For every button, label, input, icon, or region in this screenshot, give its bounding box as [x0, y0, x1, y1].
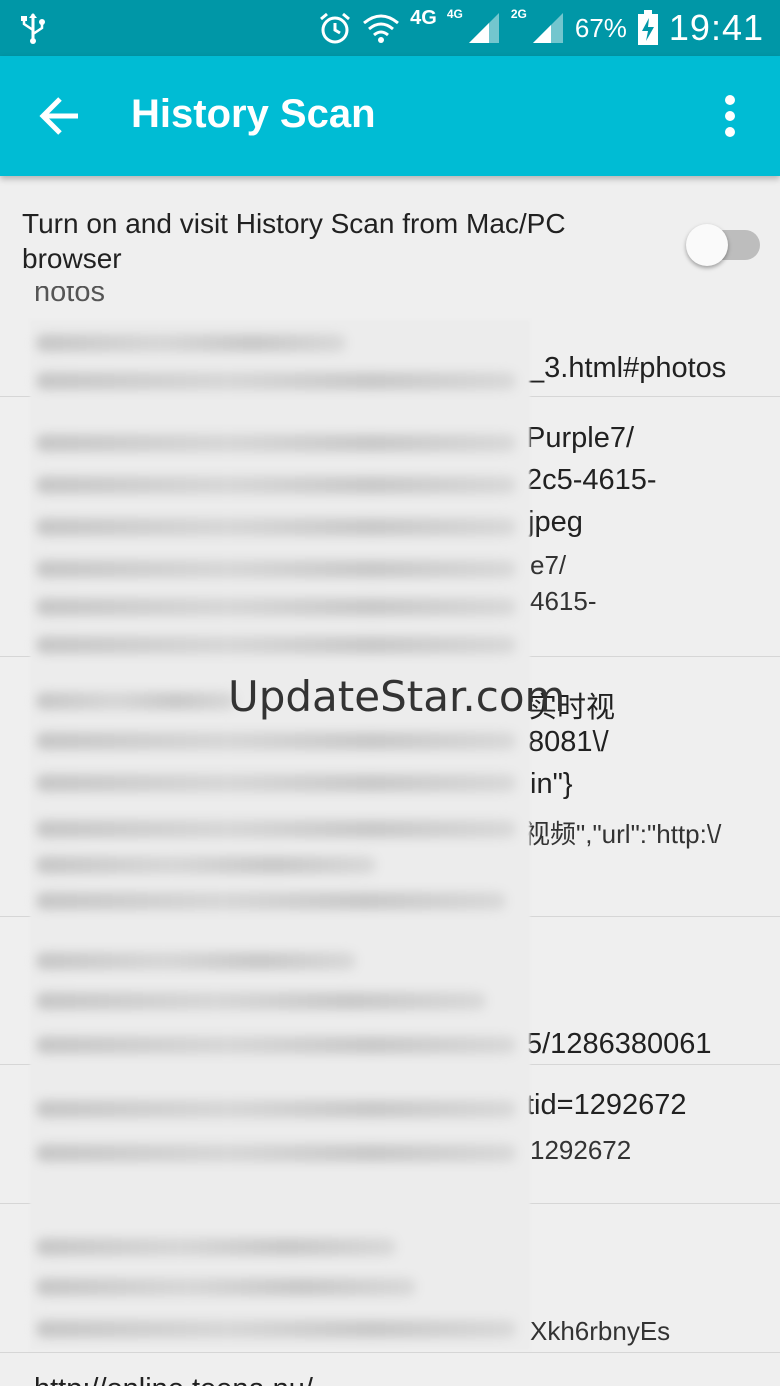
signal-strength-icon-2: [532, 13, 563, 43]
history-scan-setting-row[interactable]: Turn on and visit History Scan from Mac/…: [0, 176, 780, 286]
overflow-menu-icon[interactable]: [710, 94, 750, 138]
blurred-redaction: [30, 320, 530, 1350]
back-arrow-icon[interactable]: [30, 86, 90, 146]
network-type-label: 4G: [410, 6, 437, 29]
toggle-thumb: [686, 224, 728, 266]
list-item-line: 4615-: [530, 586, 597, 616]
list-item-line: in"}: [530, 768, 573, 800]
list-item-line: e7/: [530, 550, 567, 580]
list-item-line: 1292672: [530, 1135, 632, 1165]
setting-label: Turn on and visit History Scan from Mac/…: [22, 208, 566, 274]
page-title: History Scan: [131, 92, 376, 136]
app-toolbar: History Scan: [0, 56, 780, 176]
status-bar: 4G 4G 2G 67% 19:41: [0, 0, 780, 56]
signal2-label: 2G: [510, 7, 527, 21]
watermark: UpdateStar.com: [228, 672, 566, 721]
list-item-line: 8081\/: [528, 726, 609, 758]
battery-percent: 67%: [574, 12, 627, 43]
list-item-line: 视频","url":"http:\/: [524, 819, 722, 849]
list-item-line: 2c5-4615-: [526, 464, 657, 496]
list-item-line: http://online.teena.nu/: [34, 1373, 313, 1386]
list-item-line: Xkh6rbnyEs: [530, 1316, 671, 1346]
alarm-icon: [320, 12, 351, 44]
wifi-icon: [363, 14, 400, 43]
clock: 19:41: [668, 7, 764, 48]
list-item-line: Purple7/: [526, 422, 635, 454]
list-item[interactable]: http://online.teena.nu/: [0, 1353, 780, 1386]
battery-charging-icon: [637, 10, 658, 45]
signal1-label: 4G: [446, 7, 463, 21]
list-item-line: jpeg: [528, 506, 583, 538]
list-item-line: 5/1286380061: [526, 1028, 712, 1060]
list-item-line: tid=1292672: [526, 1089, 687, 1121]
list-item-line: hotos: [34, 286, 105, 308]
list-item-line: _3.html#photos: [528, 352, 727, 384]
signal-strength-icon: [468, 13, 499, 43]
history-scan-toggle[interactable]: [686, 224, 762, 266]
usb-icon: [21, 13, 45, 44]
